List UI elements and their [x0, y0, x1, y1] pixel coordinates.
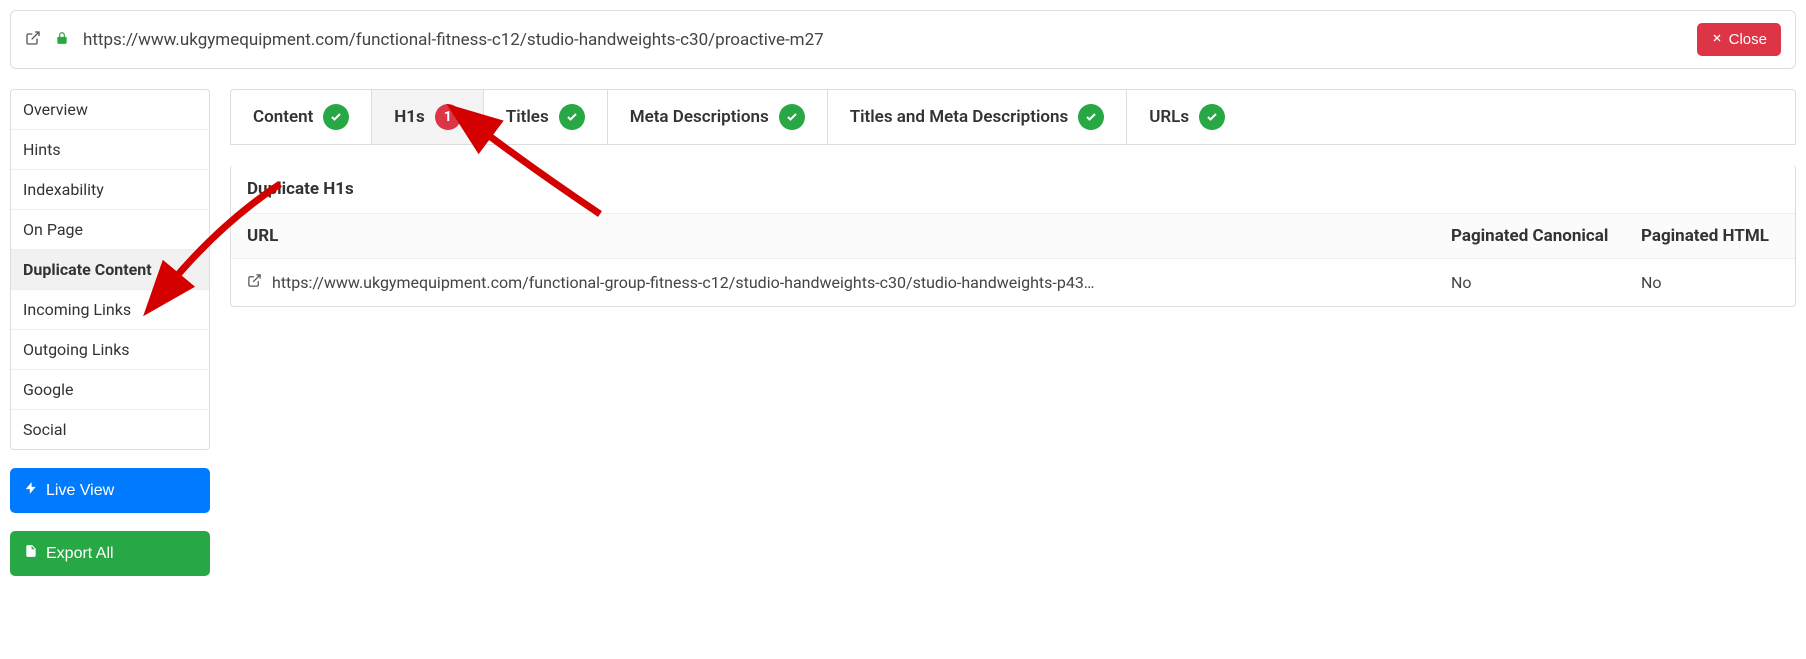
close-icon [1711, 31, 1723, 48]
table-row[interactable]: https://www.ukgymequipment.com/functiona… [231, 259, 1795, 307]
main-content: Content H1s 1 Titles Meta Descriptions [230, 89, 1796, 307]
external-link-icon[interactable] [247, 273, 262, 292]
column-header-paginated-html[interactable]: Paginated HTML [1625, 214, 1795, 259]
panel-title: Duplicate H1s [231, 165, 1795, 214]
sidebar-item-label: Overview [23, 100, 88, 119]
sidebar-item-google[interactable]: Google [11, 370, 209, 410]
sidebar-item-overview[interactable]: Overview [11, 90, 209, 130]
check-icon [1078, 104, 1104, 130]
check-icon [1199, 104, 1225, 130]
results-panel: Duplicate H1s URL Paginated Canonical Pa… [230, 165, 1796, 307]
sidebar-item-label: Hints [23, 140, 61, 159]
lock-icon [55, 30, 69, 50]
count-badge: 1 [435, 104, 461, 130]
close-label: Close [1729, 31, 1767, 48]
results-table: URL Paginated Canonical Paginated HTML [231, 214, 1795, 306]
close-button[interactable]: Close [1697, 23, 1781, 56]
check-icon [559, 104, 585, 130]
file-export-icon [24, 543, 38, 564]
tab-label: Content [253, 107, 313, 127]
bolt-icon [24, 480, 38, 501]
sidebar-item-label: Social [23, 420, 66, 439]
sidebar-item-social[interactable]: Social [11, 410, 209, 449]
tab-urls[interactable]: URLs [1127, 90, 1247, 144]
live-view-button[interactable]: Live View [10, 468, 210, 513]
tabs: Content H1s 1 Titles Meta Descriptions [230, 89, 1796, 145]
tab-label: Meta Descriptions [630, 107, 769, 127]
tab-label: URLs [1149, 107, 1189, 127]
sidebar-item-label: Google [23, 380, 74, 399]
sidebar-list: Overview Hints Indexability On Page Dupl… [10, 89, 210, 450]
tab-label: Titles and Meta Descriptions [850, 107, 1069, 127]
live-view-label: Live View [46, 482, 114, 500]
sidebar-item-on-page[interactable]: On Page [11, 210, 209, 250]
column-header-url[interactable]: URL [231, 214, 1435, 259]
tab-titles-and-meta[interactable]: Titles and Meta Descriptions [828, 90, 1128, 144]
tab-meta-descriptions[interactable]: Meta Descriptions [608, 90, 828, 144]
sidebar-item-label: Indexability [23, 180, 104, 199]
sidebar-item-duplicate-content[interactable]: Duplicate Content [11, 250, 209, 290]
sidebar-item-label: On Page [23, 220, 83, 239]
column-header-paginated-canonical[interactable]: Paginated Canonical [1435, 214, 1625, 259]
row-paginated-html: No [1625, 259, 1795, 307]
row-url: https://www.ukgymequipment.com/functiona… [272, 273, 1095, 292]
tab-content[interactable]: Content [231, 90, 372, 144]
sidebar-item-label: Incoming Links [23, 300, 131, 319]
sidebar-item-outgoing-links[interactable]: Outgoing Links [11, 330, 209, 370]
tab-h1s[interactable]: H1s 1 [372, 90, 484, 144]
check-icon [779, 104, 805, 130]
sidebar-item-label: Duplicate Content [23, 260, 152, 279]
external-link-icon[interactable] [25, 30, 41, 50]
tab-label: H1s [394, 107, 425, 127]
export-all-button[interactable]: Export All [10, 531, 210, 576]
check-icon [323, 104, 349, 130]
sidebar-item-incoming-links[interactable]: Incoming Links [11, 290, 209, 330]
url-bar: https://www.ukgymequipment.com/functiona… [10, 10, 1796, 69]
sidebar: Overview Hints Indexability On Page Dupl… [10, 89, 210, 576]
sidebar-item-hints[interactable]: Hints [11, 130, 209, 170]
tab-titles[interactable]: Titles [484, 90, 608, 144]
url-text: https://www.ukgymequipment.com/functiona… [83, 30, 1683, 50]
sidebar-item-indexability[interactable]: Indexability [11, 170, 209, 210]
sidebar-item-label: Outgoing Links [23, 340, 130, 359]
row-paginated-canonical: No [1435, 259, 1625, 307]
export-all-label: Export All [46, 545, 114, 563]
tab-label: Titles [506, 107, 549, 127]
